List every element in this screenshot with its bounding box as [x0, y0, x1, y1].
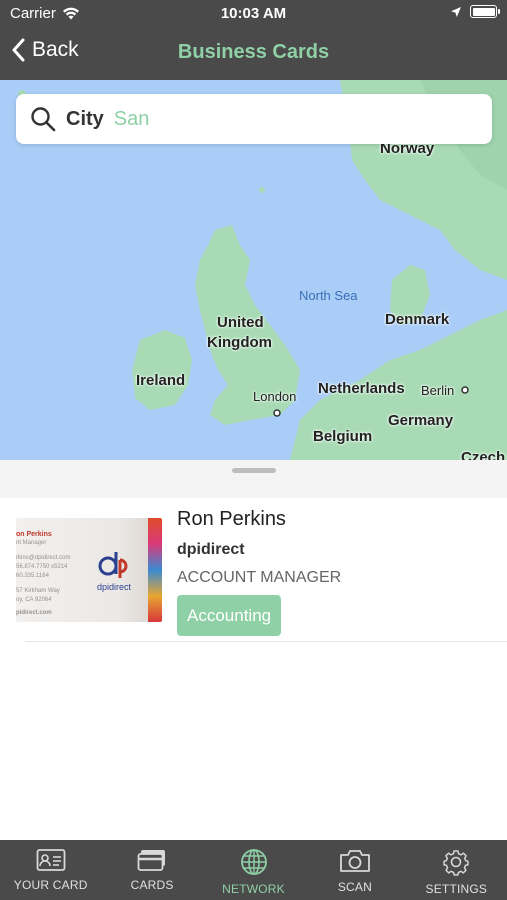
- card-line: rkins@dpidirect.com: [16, 555, 71, 561]
- map-label-north-sea: North Sea: [299, 288, 358, 303]
- cards-icon: [137, 850, 166, 871]
- tab-label: CARDS: [130, 878, 174, 892]
- card-line: 57 Kirkham Way: [16, 588, 60, 594]
- card-line: on Perkins: [16, 531, 52, 538]
- city-search-field[interactable]: City San: [16, 94, 492, 144]
- map-label-united: United: [217, 314, 264, 331]
- map-label-netherlands: Netherlands: [318, 380, 405, 397]
- page-title: Business Cards: [177, 41, 330, 63]
- contact-tag[interactable]: Accounting: [177, 595, 282, 636]
- status-bar: Carrier 10:03 AM: [0, 0, 507, 28]
- location-arrow-icon: [451, 6, 461, 17]
- contact-name: Ron Perkins: [177, 508, 286, 530]
- tab-your-card[interactable]: YOUR CARD: [0, 840, 101, 900]
- tab-label: SCAN: [337, 880, 372, 894]
- top-bar: Carrier 10:03 AM Back Business Cards: [0, 0, 507, 80]
- map-label-london: London: [253, 389, 297, 404]
- logo-wordmark: dpidirect: [97, 582, 132, 592]
- card-line: pidirect.com: [16, 610, 52, 616]
- card-text: on Perkins nt Manager rkins@dpidirect.co…: [16, 530, 70, 618]
- map-label-germany: Germany: [388, 412, 454, 429]
- card-line: 60.335.1164: [16, 573, 49, 579]
- contact-title: ACCOUNT MANAGER: [177, 569, 342, 586]
- card-line: 56.874.7750 x5214: [16, 564, 68, 570]
- map-label-belgium: Belgium: [313, 428, 373, 445]
- contact-row[interactable]: on Perkins nt Manager rkins@dpidirect.co…: [0, 498, 507, 642]
- search-field-label: City: [66, 107, 104, 130]
- card-color-edge: [148, 518, 162, 622]
- business-card-thumbnail[interactable]: on Perkins nt Manager rkins@dpidirect.co…: [16, 518, 162, 622]
- tab-label: NETWORK: [222, 882, 285, 896]
- dpidirect-logo: dpidirect: [94, 548, 140, 597]
- tab-bar: YOUR CARD CARDS NETWORK SCAN SETTINGS: [0, 840, 507, 900]
- map-label-czech: Czech: [461, 449, 506, 460]
- map-label-denmark: Denmark: [385, 311, 450, 328]
- tab-cards[interactable]: CARDS: [101, 840, 202, 900]
- search-field-value[interactable]: San: [114, 108, 150, 131]
- dp-logo-icon: dpidirect: [97, 552, 132, 592]
- drag-handle[interactable]: [232, 468, 276, 473]
- map-label-ireland: Ireland: [136, 372, 186, 389]
- gear-icon: [443, 850, 470, 876]
- bottom-sheet-header[interactable]: [0, 460, 507, 498]
- tab-settings[interactable]: SETTINGS: [406, 840, 507, 900]
- map-label-kingdom: Kingdom: [207, 334, 272, 351]
- tab-label: YOUR CARD: [13, 878, 88, 892]
- card-line: nt Manager: [16, 540, 47, 546]
- contact-company: dpidirect: [177, 541, 245, 558]
- globe-icon: [240, 849, 267, 875]
- map-label-berlin: Berlin: [421, 383, 455, 398]
- row-divider: [25, 641, 507, 642]
- land-ireland: [132, 330, 192, 410]
- card-line: oy, CA 92064: [16, 597, 52, 603]
- search-icon: [31, 107, 56, 132]
- status-indicators: [450, 5, 500, 18]
- tab-scan[interactable]: SCAN: [304, 840, 405, 900]
- tab-network[interactable]: NETWORK: [203, 840, 304, 900]
- tab-label: SETTINGS: [425, 882, 488, 896]
- navigation-bar: Back Business Cards: [0, 28, 507, 80]
- camera-icon: [340, 850, 370, 872]
- status-time: 10:03 AM: [220, 5, 287, 22]
- id-card-icon: [36, 849, 66, 871]
- battery-icon: [470, 5, 500, 18]
